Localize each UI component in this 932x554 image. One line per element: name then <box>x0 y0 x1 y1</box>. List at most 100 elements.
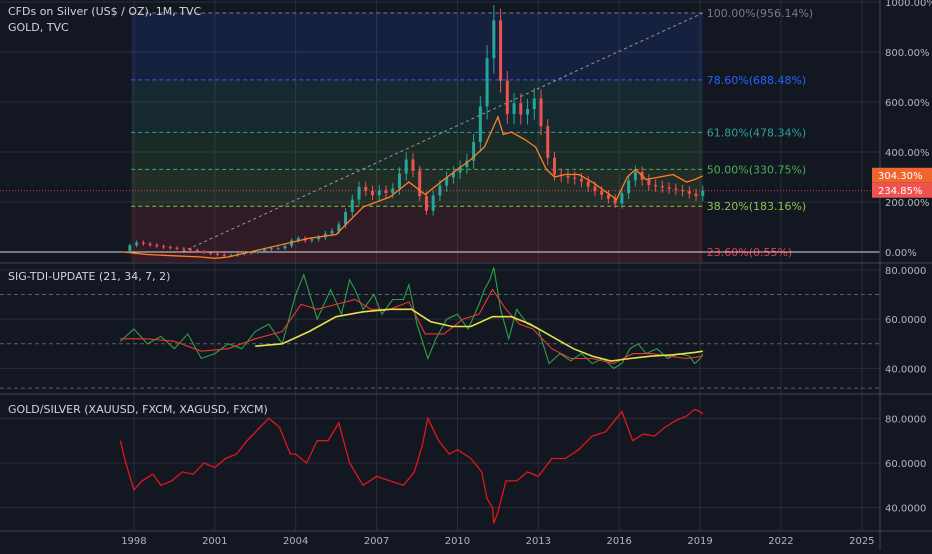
chart-root: 100.00%(956.14%) 78.60%(688.48%) 61.80%(47… <box>0 0 932 550</box>
silver-candle <box>694 193 698 197</box>
x-tick-label: 2004 <box>283 536 308 547</box>
pane1-subtitle: GOLD, TVC <box>8 21 69 34</box>
y-tick-label: 600.00% <box>885 98 930 109</box>
y-tick-label: 80.0000 <box>885 266 926 277</box>
silver-candle <box>269 248 273 250</box>
silver-candle <box>552 157 556 175</box>
silver-candle <box>600 191 604 195</box>
y-tick-label: 800.00% <box>885 48 930 59</box>
silver-candle <box>505 80 509 114</box>
x-tick-label: 2010 <box>445 536 470 547</box>
silver-candle <box>667 187 671 189</box>
silver-candle <box>499 20 503 81</box>
y-tick-label: 1000.00% <box>885 0 932 9</box>
silver-candle <box>128 245 132 251</box>
silver-candle <box>633 172 637 181</box>
fib-level-label: 100.00%(956.14%) <box>707 7 813 20</box>
silver-candle <box>586 181 590 187</box>
silver-candle <box>579 178 583 182</box>
silver-candle <box>526 109 530 115</box>
silver-candle <box>182 248 186 250</box>
y-tick-label: 60.0000 <box>885 459 926 470</box>
fib-level-label: 61.80%(478.34%) <box>707 126 806 139</box>
silver-candle <box>202 251 206 253</box>
silver-candle <box>418 170 422 197</box>
pane2-title: SIG-TDI-UPDATE (21, 34, 7, 2) <box>8 270 171 283</box>
y-tick-label: 40.0000 <box>885 364 926 375</box>
silver-candle <box>674 188 678 190</box>
silver-candle <box>256 251 260 253</box>
silver-candle <box>404 159 408 174</box>
pane3-title: GOLD/SILVER (XAUUSD, FXCM, XAGUSD, FXCM) <box>8 403 268 416</box>
silver-candle <box>310 239 314 241</box>
silver-candle <box>215 253 219 255</box>
x-tick-label: 2022 <box>768 536 793 547</box>
fib-level-label: 50.00%(330.75%) <box>707 163 806 176</box>
silver-candle <box>701 190 705 197</box>
fib-band <box>131 206 703 252</box>
silver-candle <box>175 247 179 249</box>
silver-candle <box>546 126 550 158</box>
silver-candle <box>620 193 624 204</box>
silver-candle <box>195 250 199 252</box>
fib-level-label: 38.20%(183.16%) <box>707 200 806 213</box>
y-tick-label: 200.00% <box>885 198 930 209</box>
silver-candle <box>687 191 691 194</box>
x-tick-label: 2016 <box>606 536 631 547</box>
silver-candle <box>411 159 415 171</box>
y-tick-label: 400.00% <box>885 148 930 159</box>
silver-candle <box>606 194 610 199</box>
silver-candle <box>573 177 577 179</box>
y-tick-label: 0.00% <box>885 248 917 259</box>
silver-candle <box>660 186 664 188</box>
x-tick-label: 1998 <box>121 536 146 547</box>
fib-band <box>131 251 703 262</box>
silver-candle <box>431 195 435 211</box>
silver-candle <box>263 249 267 252</box>
x-tick-label: 2001 <box>202 536 227 547</box>
silver-candle <box>189 249 193 251</box>
silver-candle <box>357 187 361 200</box>
silver-candle <box>276 248 280 250</box>
silver-candle <box>222 254 226 256</box>
silver-candle <box>283 246 287 249</box>
fib-band <box>131 132 703 170</box>
silver-candle <box>135 242 139 246</box>
silver-price-badge-label: 234.85% <box>878 186 923 197</box>
silver-candle <box>654 185 658 187</box>
x-tick-label: 2007 <box>364 536 389 547</box>
y-tick-label: 60.0000 <box>885 315 926 326</box>
silver-candle <box>539 98 543 127</box>
silver-candle <box>371 190 375 196</box>
silver-candle <box>344 212 348 225</box>
silver-candle <box>397 173 401 189</box>
silver-candle <box>485 58 489 107</box>
silver-candle <box>209 252 213 254</box>
silver-candle <box>512 103 516 114</box>
silver-candle <box>647 179 651 185</box>
gold-price-badge-label: 304.30% <box>878 171 923 182</box>
x-tick-label: 2019 <box>687 536 712 547</box>
silver-candle <box>162 246 166 248</box>
silver-candle <box>148 243 152 245</box>
silver-candle <box>532 98 536 109</box>
fib-level-label: 78.60%(688.48%) <box>707 74 806 87</box>
silver-candle <box>330 231 334 234</box>
y-tick-label: 80.0000 <box>885 414 926 425</box>
silver-candle <box>350 199 354 212</box>
x-tick-label: 2025 <box>849 536 874 547</box>
silver-candle <box>492 20 496 59</box>
silver-candle <box>155 245 159 247</box>
x-tick-label: 2013 <box>526 536 551 547</box>
y-tick-label: 40.0000 <box>885 504 926 515</box>
silver-candle <box>478 106 482 142</box>
fib-band <box>131 79 703 133</box>
fib-band <box>131 12 703 80</box>
silver-candle <box>364 187 368 191</box>
silver-candle <box>566 176 570 178</box>
pane1-title: CFDs on Silver (US$ / OZ), 1M, TVC <box>8 5 202 18</box>
silver-candle <box>168 247 172 249</box>
silver-candle <box>519 103 523 115</box>
silver-candle <box>627 180 631 194</box>
silver-candle <box>141 242 145 244</box>
